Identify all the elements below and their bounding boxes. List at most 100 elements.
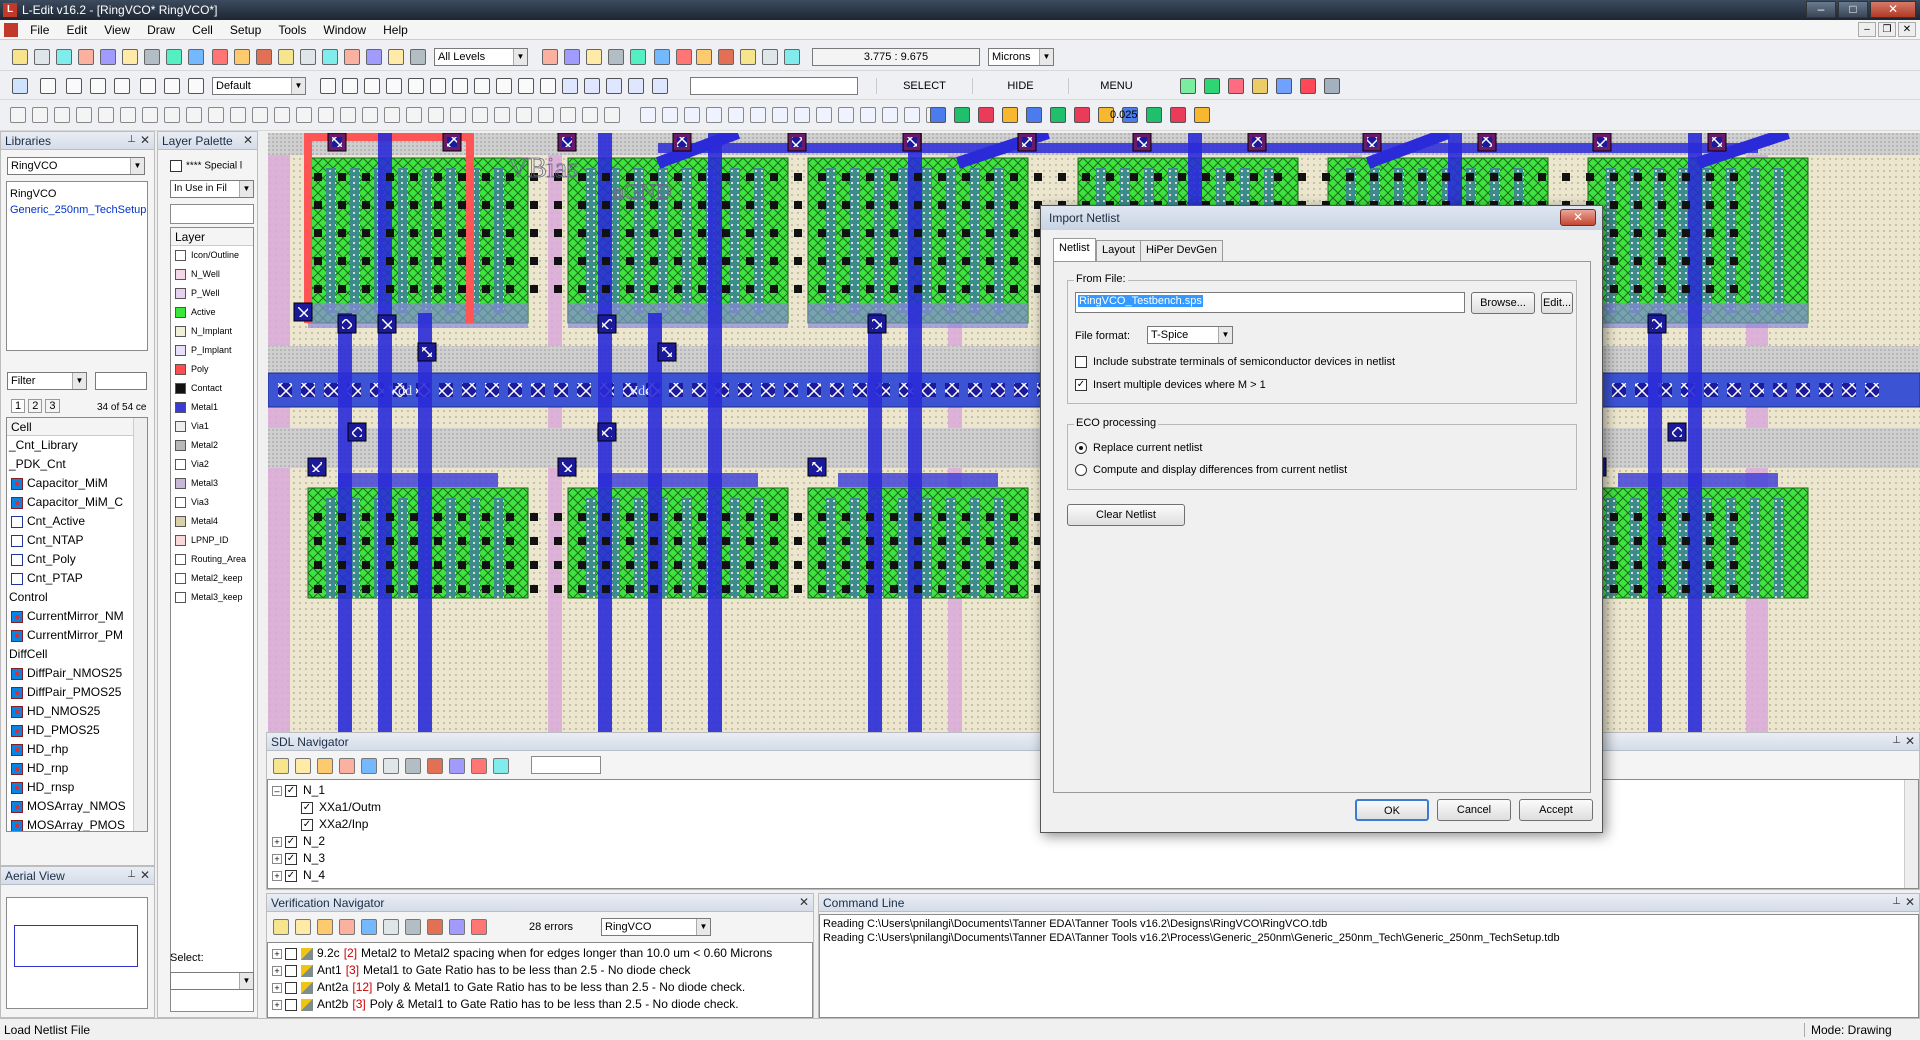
aerial-viewport-frame[interactable] <box>14 925 138 967</box>
draw-tool-icon[interactable] <box>188 78 204 94</box>
align-icon[interactable] <box>860 107 876 123</box>
select-layer-dropdown[interactable]: ▼ <box>170 972 254 990</box>
cell-filter-select[interactable]: Filter ▼ <box>7 372 87 390</box>
browse-button[interactable]: Browse... <box>1471 292 1535 314</box>
toolbar-icon[interactable] <box>366 49 382 65</box>
toolbar-icon[interactable] <box>696 49 712 65</box>
draw-tool-icon[interactable] <box>652 78 668 94</box>
error-list[interactable]: +9.2c [2] Metal2 to Metal2 spacing when fo… <box>267 942 813 1018</box>
tab-hiper-devgen[interactable]: HiPer DevGen <box>1140 240 1223 261</box>
minimize-button[interactable]: – <box>1806 1 1836 18</box>
error-checkbox[interactable] <box>285 981 297 994</box>
verification-icon[interactable] <box>1180 78 1196 94</box>
sdl-tool-icon[interactable] <box>273 758 289 774</box>
accept-button[interactable]: Accept <box>1519 799 1593 821</box>
draw-tool-icon[interactable] <box>474 78 490 94</box>
layer-item[interactable]: Icon/Outline <box>171 246 253 265</box>
align-icon[interactable] <box>706 107 722 123</box>
cell-list-item[interactable]: MOSArray_PMOS <box>7 816 147 831</box>
menu-view[interactable]: View <box>97 20 137 37</box>
draw-tool-icon[interactable] <box>584 78 600 94</box>
layer-item[interactable]: Via1 <box>171 417 253 436</box>
toolbar-icon[interactable] <box>718 49 734 65</box>
edit-icon[interactable] <box>98 107 114 123</box>
draw-tool-icon[interactable] <box>386 78 402 94</box>
verification-icon[interactable] <box>1204 78 1220 94</box>
aerial-view[interactable] <box>6 897 148 1009</box>
edit-icon[interactable] <box>318 107 334 123</box>
expand-toggle-icon[interactable]: + <box>272 870 282 881</box>
sdl-tree-row[interactable]: + ✓ N_3 <box>272 851 1914 868</box>
replace-netlist-radio[interactable] <box>1075 442 1087 454</box>
toolbar-icon[interactable] <box>608 49 624 65</box>
cell-list-item[interactable]: DiffPair_NMOS25 <box>7 664 147 683</box>
toolbar-icon[interactable] <box>410 49 426 65</box>
layer-search-input[interactable] <box>170 204 254 224</box>
hide-mode-button[interactable]: HIDE <box>972 78 1068 94</box>
toolbar-icon[interactable] <box>78 49 94 65</box>
toolbar-icon[interactable] <box>388 49 404 65</box>
sdl-checkbox[interactable]: ✓ <box>301 801 313 814</box>
tool-icon[interactable] <box>1194 107 1210 123</box>
draw-tool-icon[interactable] <box>342 78 358 94</box>
error-checkbox[interactable] <box>285 947 297 960</box>
level-select[interactable]: All Levels ▼ <box>434 48 528 66</box>
toolbar-icon[interactable] <box>586 49 602 65</box>
tool-icon[interactable] <box>954 107 970 123</box>
error-checkbox[interactable] <box>285 964 297 977</box>
toolbar-icon[interactable] <box>278 49 294 65</box>
verification-tool-icon[interactable] <box>427 919 443 935</box>
menu-draw[interactable]: Draw <box>140 20 182 37</box>
edit-icon[interactable] <box>120 107 136 123</box>
layer-item[interactable]: Metal2 <box>171 436 253 455</box>
toolbar-icon[interactable] <box>12 49 28 65</box>
verification-tool-icon[interactable] <box>273 919 289 935</box>
sdl-tool-icon[interactable] <box>295 758 311 774</box>
layer-item[interactable]: Via3 <box>171 493 253 512</box>
library-select[interactable]: RingVCO ▼ <box>7 157 145 175</box>
edit-icon[interactable] <box>252 107 268 123</box>
menu-mode-button[interactable]: MENU <box>1068 78 1164 94</box>
cell-list-item[interactable]: Cnt_NTAP <box>7 531 147 550</box>
toolbar-icon[interactable] <box>34 49 50 65</box>
error-row[interactable]: + Ant2a [12] Poly & Metal1 to Gate Ratio ha… <box>272 979 808 996</box>
layer-item[interactable]: Routing_Area <box>171 550 253 569</box>
draw-tool-icon[interactable] <box>408 78 424 94</box>
sdl-checkbox[interactable]: ✓ <box>301 818 313 831</box>
ok-button[interactable]: OK <box>1355 799 1429 821</box>
draw-tool-icon[interactable] <box>540 78 556 94</box>
layer-item[interactable]: Via2 <box>171 455 253 474</box>
edit-icon[interactable] <box>604 107 620 123</box>
draw-tool-icon[interactable] <box>518 78 534 94</box>
edit-icon[interactable] <box>340 107 356 123</box>
special-layers-row[interactable]: **** Special l <box>170 160 242 172</box>
edit-icon[interactable] <box>76 107 92 123</box>
units-select[interactable]: Microns ▼ <box>988 48 1054 66</box>
cell-list-item[interactable]: Cnt_PTAP <box>7 569 147 588</box>
sdl-checkbox[interactable]: ✓ <box>285 784 297 797</box>
align-icon[interactable] <box>838 107 854 123</box>
align-icon[interactable] <box>662 107 678 123</box>
tool-icon[interactable] <box>930 107 946 123</box>
sdl-tool-icon[interactable] <box>405 758 421 774</box>
menu-edit[interactable]: Edit <box>59 20 94 37</box>
draw-tool-icon[interactable] <box>496 78 512 94</box>
error-row[interactable]: + Ant1 [3] Metal1 to Gate Ratio has to be l… <box>272 962 808 979</box>
align-icon[interactable] <box>794 107 810 123</box>
edit-icon[interactable] <box>54 107 70 123</box>
cell-list-item[interactable]: HD_rnp <box>7 759 147 778</box>
sdl-tool-icon[interactable] <box>449 758 465 774</box>
menu-cell[interactable]: Cell <box>185 20 220 37</box>
draw-tool-icon[interactable] <box>90 78 106 94</box>
draw-tool-icon[interactable] <box>40 78 56 94</box>
align-icon[interactable] <box>684 107 700 123</box>
close-button[interactable]: ✕ <box>1870 1 1916 18</box>
draw-tool-icon[interactable] <box>12 78 28 94</box>
document-icon[interactable] <box>4 23 18 37</box>
cell-list[interactable]: Cell _Cnt_Library _PDK_Cnt Capacitor_MiM Ca… <box>6 417 148 832</box>
toolbar-icon[interactable] <box>564 49 580 65</box>
toolbar-icon[interactable] <box>188 49 204 65</box>
sdl-search-input[interactable] <box>531 756 601 774</box>
edit-icon[interactable] <box>472 107 488 123</box>
verification-tool-icon[interactable] <box>361 919 377 935</box>
